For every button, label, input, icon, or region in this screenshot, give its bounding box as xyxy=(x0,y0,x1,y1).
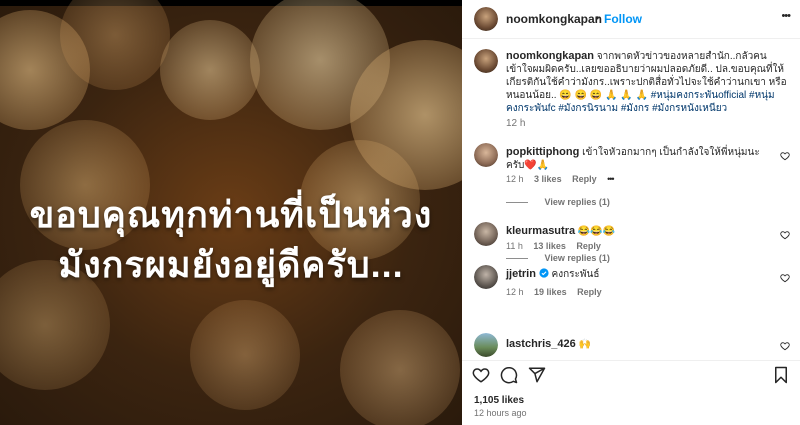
post-caption: noomkongkapan จากพาดหัวข่าวของหลายสำนัก.… xyxy=(506,50,788,115)
media-caption-line-1: ขอบคุณทุกท่านที่เป็นห่วง xyxy=(29,194,433,235)
comment-likes[interactable]: 19 likes xyxy=(534,287,567,297)
comment-reply-button[interactable]: Reply xyxy=(577,287,602,297)
comment-avatar[interactable] xyxy=(474,143,498,167)
heart-icon[interactable] xyxy=(780,341,790,351)
caption-author-avatar[interactable] xyxy=(474,49,498,73)
comment-meta: 11 h 13 likes Reply xyxy=(506,241,601,251)
comment-username[interactable]: popkittiphong xyxy=(506,146,579,158)
post-header: noomkongkapan • Follow ••• xyxy=(462,0,800,39)
header-separator: • xyxy=(595,11,600,25)
comment-icon[interactable] xyxy=(500,366,518,384)
comment-body: kleurmasutra 😂😂😂 xyxy=(506,225,774,238)
more-options-icon[interactable]: ••• xyxy=(781,10,791,22)
bookmark-icon[interactable] xyxy=(772,366,790,384)
comment-avatar[interactable] xyxy=(474,265,498,289)
comment-text: 😂😂😂 xyxy=(577,226,616,237)
comment-time[interactable]: 12 h xyxy=(506,287,524,297)
comment-username[interactable]: jjetrin xyxy=(506,268,536,280)
actions-divider xyxy=(462,360,800,361)
author-username[interactable]: noomkongkapan xyxy=(506,12,602,26)
action-bar xyxy=(462,364,800,386)
view-replies-line xyxy=(506,258,528,260)
heart-icon[interactable] xyxy=(780,273,790,283)
view-replies-line xyxy=(506,202,528,204)
bokeh-light xyxy=(160,20,260,120)
bokeh-light xyxy=(190,300,300,410)
caption-username[interactable]: noomkongkapan xyxy=(506,50,594,62)
comment-time[interactable]: 11 h xyxy=(506,241,523,251)
comment-likes[interactable]: 3 likes xyxy=(534,174,562,184)
follow-button[interactable]: Follow xyxy=(604,12,642,26)
post-media[interactable]: ขอบคุณทุกท่านที่เป็นห่วง มังกรผมยังอยู่ด… xyxy=(0,0,462,425)
media-caption-line-2: มังกรผมยังอยู่ดีครับ... xyxy=(58,244,404,285)
comment-username[interactable]: lastchris_426 xyxy=(506,338,576,350)
comment-avatar[interactable] xyxy=(474,333,498,357)
comment-body: popkittiphong เข้าใจหัวอกมากๆ เป็นกำลังใ… xyxy=(506,146,774,172)
share-icon[interactable] xyxy=(528,366,546,384)
view-replies-label: View replies (1) xyxy=(544,253,610,263)
view-replies-row[interactable]: View replies (1) xyxy=(506,253,610,263)
comment-likes[interactable]: 13 likes xyxy=(533,241,566,251)
comment-body: jjetrin คงกระพันธ์ xyxy=(506,268,774,281)
comment-text: คงกระพันธ์ xyxy=(551,269,600,280)
comment-more-icon[interactable]: ••• xyxy=(607,174,615,184)
heart-icon[interactable] xyxy=(780,230,790,240)
comment-meta: 12 h 19 likes Reply xyxy=(506,287,602,297)
caption-time[interactable]: 12 h xyxy=(506,118,525,129)
view-replies-label: View replies (1) xyxy=(544,197,610,207)
comment-reply-button[interactable]: Reply xyxy=(572,174,597,184)
comment-time[interactable]: 12 h xyxy=(506,174,524,184)
heart-icon[interactable] xyxy=(780,151,790,161)
bokeh-light xyxy=(340,310,460,425)
post-time-ago[interactable]: 12 hours ago xyxy=(474,408,527,418)
comment-meta: 12 h 3 likes Reply ••• xyxy=(506,174,615,184)
heart-icon[interactable] xyxy=(472,366,490,384)
view-replies-row[interactable]: View replies (1) xyxy=(506,197,610,207)
comment-body: lastchris_426 🙌 xyxy=(506,338,774,351)
post-side-panel: noomkongkapan • Follow ••• noomkongkapan… xyxy=(462,0,800,425)
comment-avatar[interactable] xyxy=(474,222,498,246)
likes-count[interactable]: 1,105 likes xyxy=(474,395,524,406)
comment-reply-button[interactable]: Reply xyxy=(576,241,601,251)
author-avatar[interactable] xyxy=(474,7,498,31)
comment-username[interactable]: kleurmasutra xyxy=(506,225,575,237)
comment-text: 🙌 xyxy=(578,339,591,350)
verified-icon xyxy=(539,268,549,278)
